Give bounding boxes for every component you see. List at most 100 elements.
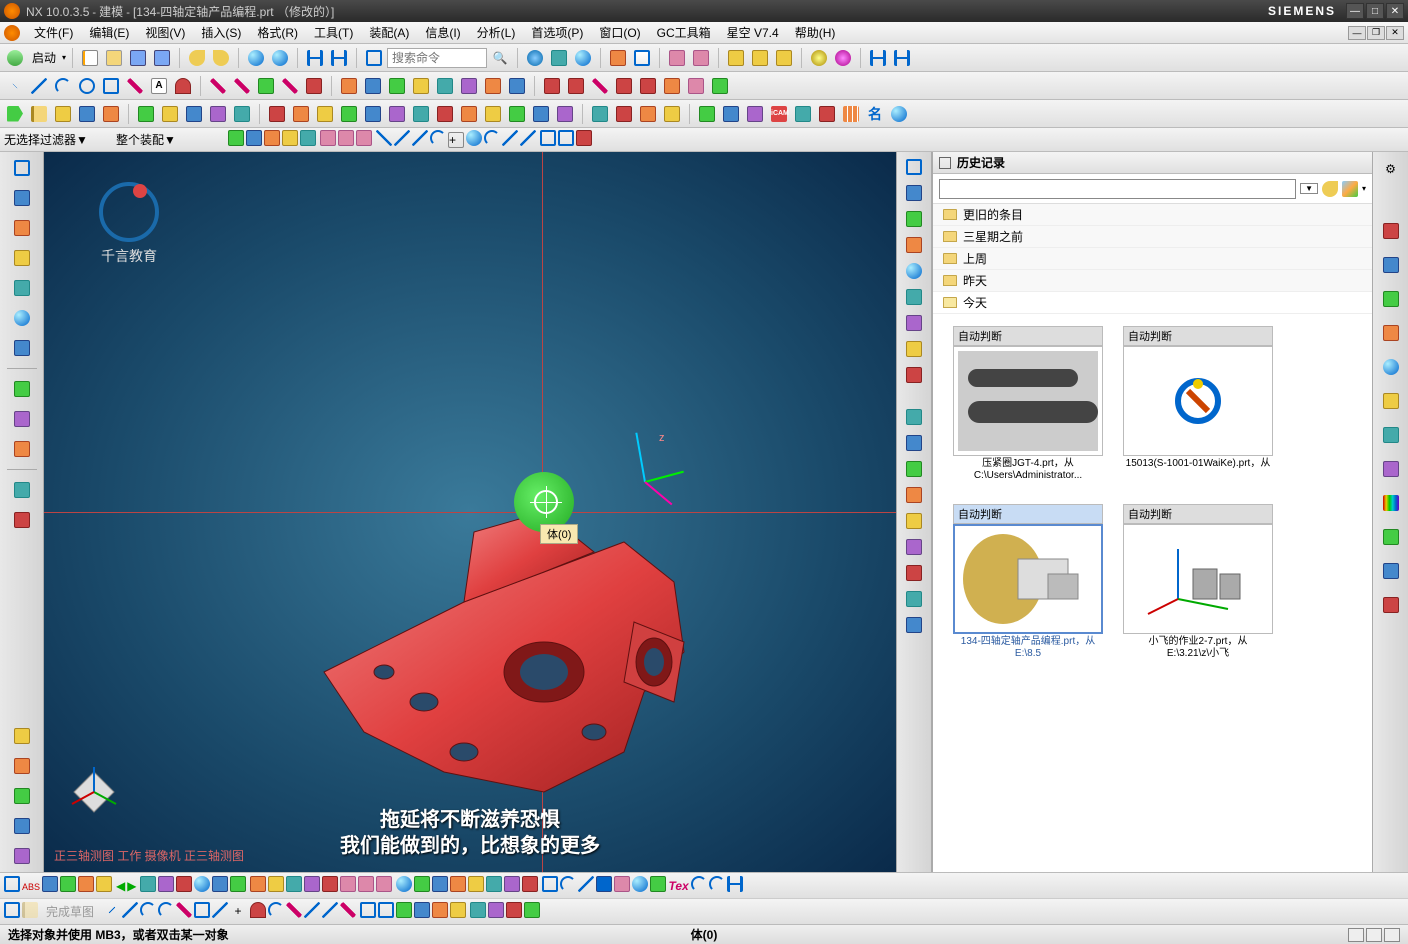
- line-button[interactable]: [28, 75, 50, 97]
- cam-btn-grid[interactable]: [840, 103, 862, 125]
- nav-reuse-button[interactable]: [8, 246, 36, 270]
- bt2-2[interactable]: [104, 902, 120, 921]
- bt2-13[interactable]: [304, 902, 320, 921]
- nav-b5-button[interactable]: [8, 844, 36, 868]
- bt1-4[interactable]: [78, 876, 94, 895]
- rr-btn-5[interactable]: [1378, 354, 1404, 380]
- redo-button[interactable]: [210, 47, 232, 69]
- rr-btn-10[interactable]: [1378, 524, 1404, 550]
- bt2-22[interactable]: [470, 902, 486, 921]
- rr-btn-1[interactable]: [1378, 218, 1404, 244]
- bt1-23[interactable]: [450, 876, 466, 895]
- rr-btn-2[interactable]: [1378, 252, 1404, 278]
- bt1-34[interactable]: [650, 876, 666, 895]
- bt1-8[interactable]: [176, 876, 192, 895]
- intersect-curve-button[interactable]: [255, 75, 277, 97]
- trim-button[interactable]: [541, 75, 563, 97]
- bt1-20[interactable]: [396, 876, 412, 895]
- history-folder-3weeks[interactable]: 三星期之前: [933, 226, 1372, 248]
- bt2-11[interactable]: [268, 902, 284, 921]
- view-btn-2[interactable]: [558, 130, 574, 149]
- status-icon-1[interactable]: [1348, 928, 1364, 942]
- sel-btn-2[interactable]: [246, 130, 262, 149]
- bt1-37[interactable]: [727, 876, 743, 895]
- post-button[interactable]: [207, 103, 229, 125]
- bt2-3[interactable]: [122, 902, 138, 921]
- view-light-button[interactable]: [901, 458, 927, 480]
- bt1-16[interactable]: [322, 876, 338, 895]
- bt2-23[interactable]: [488, 902, 504, 921]
- appearance-button[interactable]: [245, 47, 267, 69]
- snap-tan-button[interactable]: [484, 130, 500, 149]
- view-misc3-button[interactable]: [901, 562, 927, 584]
- heart-button[interactable]: [172, 75, 194, 97]
- bt2-12[interactable]: [286, 902, 302, 921]
- history-thumb-2[interactable]: 自动判断 15013(S-1001-01WaiKe).prt，从: [1123, 326, 1273, 484]
- rr-btn-7[interactable]: [1378, 422, 1404, 448]
- draft-button[interactable]: [661, 75, 683, 97]
- bt1-24[interactable]: [468, 876, 484, 895]
- bt1-26[interactable]: [504, 876, 520, 895]
- cam-btn-2[interactable]: [290, 103, 312, 125]
- pocket-button[interactable]: [458, 75, 480, 97]
- bt1-32[interactable]: [614, 876, 630, 895]
- assembly-nav3-button[interactable]: [773, 47, 795, 69]
- menu-insert[interactable]: 插入(S): [193, 22, 249, 43]
- arc-button[interactable]: [52, 75, 74, 97]
- verify-button[interactable]: [159, 103, 181, 125]
- view-btn-1[interactable]: [540, 130, 556, 149]
- bt2-1[interactable]: [4, 902, 20, 921]
- view-bg-button[interactable]: [901, 484, 927, 506]
- start-button[interactable]: [4, 47, 26, 69]
- bt1-10[interactable]: [212, 876, 228, 895]
- cam-btn-10[interactable]: [482, 103, 504, 125]
- cam-btn-9[interactable]: [458, 103, 480, 125]
- bt1-19[interactable]: [376, 876, 392, 895]
- point-button[interactable]: [4, 75, 26, 97]
- text-button[interactable]: A: [148, 75, 170, 97]
- chamfer-button[interactable]: [637, 75, 659, 97]
- bt1-21[interactable]: [414, 876, 430, 895]
- cam-btn-18[interactable]: [696, 103, 718, 125]
- bt2-15[interactable]: [340, 902, 356, 921]
- cam-btn-3[interactable]: [314, 103, 336, 125]
- bt1-25[interactable]: [486, 876, 502, 895]
- graphics-viewport[interactable]: 千言教育 z 体(0): [44, 152, 896, 872]
- bt1-12[interactable]: [250, 876, 266, 895]
- history-thumb-3[interactable]: 自动判断 134-四轴定轴产品编程.prt，从 E:\8.5: [953, 504, 1103, 662]
- assembly-nav-button[interactable]: [725, 47, 747, 69]
- bt1-1[interactable]: [4, 876, 20, 895]
- sel-btn-3[interactable]: [264, 130, 280, 149]
- cam-btn-5[interactable]: [362, 103, 384, 125]
- menu-starsky[interactable]: 星空 V7.4: [719, 22, 787, 43]
- view-shade-button[interactable]: [901, 260, 927, 282]
- rr-btn-3[interactable]: [1378, 286, 1404, 312]
- boss-button[interactable]: [434, 75, 456, 97]
- bridge-curve-button[interactable]: [279, 75, 301, 97]
- info2-button[interactable]: [832, 47, 854, 69]
- view-misc4-button[interactable]: [901, 588, 927, 610]
- layer-button[interactable]: [607, 47, 629, 69]
- view-misc2-button[interactable]: [901, 536, 927, 558]
- cam-btn-14[interactable]: [589, 103, 611, 125]
- bt2-18[interactable]: [396, 902, 412, 921]
- bt2-21[interactable]: [450, 902, 466, 921]
- cam-btn-19[interactable]: [720, 103, 742, 125]
- cam-btn-21[interactable]: [792, 103, 814, 125]
- geom-button[interactable]: [76, 103, 98, 125]
- sel-btn-4[interactable]: [282, 130, 298, 149]
- snap-point-button[interactable]: [376, 130, 392, 149]
- menu-view[interactable]: 视图(V): [137, 22, 193, 43]
- nav-part-button[interactable]: [8, 216, 36, 240]
- bt1-36[interactable]: [709, 876, 725, 895]
- bt1-31[interactable]: [596, 876, 612, 895]
- icam-button[interactable]: iCAM: [768, 103, 790, 125]
- sel-btn-6[interactable]: [320, 130, 336, 149]
- view-misc5-button[interactable]: [901, 614, 927, 636]
- menu-format[interactable]: 格式(R): [249, 22, 306, 43]
- menu-window[interactable]: 窗口(O): [591, 22, 648, 43]
- view-hidden-button[interactable]: [901, 338, 927, 360]
- save-button[interactable]: [127, 47, 149, 69]
- menu-analysis[interactable]: 分析(L): [469, 22, 524, 43]
- cam-btn-11[interactable]: [506, 103, 528, 125]
